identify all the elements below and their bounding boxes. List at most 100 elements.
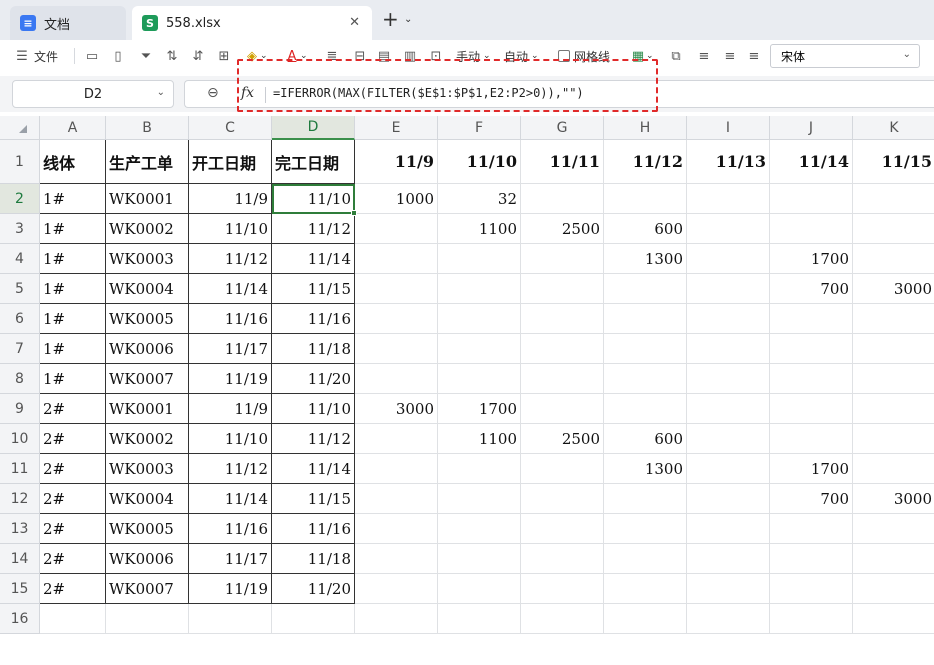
cell-I14[interactable]: [687, 544, 770, 574]
cell-G13[interactable]: [521, 514, 604, 544]
cell-F10[interactable]: 1100: [438, 424, 521, 454]
cell-I8[interactable]: [687, 364, 770, 394]
paste-button[interactable]: ▯: [110, 46, 126, 66]
cell-C7[interactable]: 11/17: [189, 334, 272, 364]
cell-K16[interactable]: [853, 604, 934, 634]
cell-F6[interactable]: [438, 304, 521, 334]
cell-G11[interactable]: [521, 454, 604, 484]
row-header-11[interactable]: 11: [0, 454, 40, 484]
row-header-9[interactable]: 9: [0, 394, 40, 424]
cell-K12[interactable]: 3000: [853, 484, 934, 514]
add-tab-icon[interactable]: +: [382, 9, 399, 29]
cell-E12[interactable]: [355, 484, 438, 514]
cell-H15[interactable]: [604, 574, 687, 604]
cell-D7[interactable]: 11/18: [272, 334, 355, 364]
cell-C5[interactable]: 11/14: [189, 274, 272, 304]
cell-A12[interactable]: 2#: [40, 484, 106, 514]
align-left-button[interactable]: ≡: [696, 46, 712, 66]
column-header-D[interactable]: D: [272, 116, 355, 140]
cell-J4[interactable]: 1700: [770, 244, 853, 274]
cell-H5[interactable]: [604, 274, 687, 304]
row-header-16[interactable]: 16: [0, 604, 40, 634]
cell-H9[interactable]: [604, 394, 687, 424]
cell-K11[interactable]: [853, 454, 934, 484]
cell-B9[interactable]: WK0001: [106, 394, 189, 424]
cell-B16[interactable]: [106, 604, 189, 634]
cell-G7[interactable]: [521, 334, 604, 364]
cell-D6[interactable]: 11/16: [272, 304, 355, 334]
cell-D9[interactable]: 11/10: [272, 394, 355, 424]
cell-B7[interactable]: WK0006: [106, 334, 189, 364]
cell-J12[interactable]: 700: [770, 484, 853, 514]
cell-A3[interactable]: 1#: [40, 214, 106, 244]
cell-A11[interactable]: 2#: [40, 454, 106, 484]
cell-B15[interactable]: WK0007: [106, 574, 189, 604]
cell-E7[interactable]: [355, 334, 438, 364]
file-menu-button[interactable]: ☰ 文件: [14, 46, 58, 66]
name-box[interactable]: D2 ⌄: [12, 80, 174, 108]
cell-C9[interactable]: 11/9: [189, 394, 272, 424]
cell-C15[interactable]: 11/19: [189, 574, 272, 604]
cell-A6[interactable]: 1#: [40, 304, 106, 334]
cell-B13[interactable]: WK0005: [106, 514, 189, 544]
cell-B4[interactable]: WK0003: [106, 244, 189, 274]
cell-G4[interactable]: [521, 244, 604, 274]
cell-G2[interactable]: [521, 184, 604, 214]
cell-C6[interactable]: 11/16: [189, 304, 272, 334]
cell-E8[interactable]: [355, 364, 438, 394]
filter-button[interactable]: ⏷: [138, 46, 154, 66]
cell-K8[interactable]: [853, 364, 934, 394]
column-header-J[interactable]: J: [770, 116, 853, 140]
cell-J6[interactable]: [770, 304, 853, 334]
cell-H2[interactable]: [604, 184, 687, 214]
cell-H10[interactable]: 600: [604, 424, 687, 454]
cell-J3[interactable]: [770, 214, 853, 244]
row-header-7[interactable]: 7: [0, 334, 40, 364]
cell-H8[interactable]: [604, 364, 687, 394]
cell-G1[interactable]: 11/11: [521, 140, 604, 184]
row-header-1[interactable]: 1: [0, 140, 40, 184]
cell-I15[interactable]: [687, 574, 770, 604]
cell-C11[interactable]: 11/12: [189, 454, 272, 484]
cell-J1[interactable]: 11/14: [770, 140, 853, 184]
column-header-C[interactable]: C: [189, 116, 272, 140]
cell-F12[interactable]: [438, 484, 521, 514]
cell-F7[interactable]: [438, 334, 521, 364]
cell-D11[interactable]: 11/14: [272, 454, 355, 484]
cell-E5[interactable]: [355, 274, 438, 304]
cell-E4[interactable]: [355, 244, 438, 274]
cell-G5[interactable]: [521, 274, 604, 304]
cell-F8[interactable]: [438, 364, 521, 394]
cell-E16[interactable]: [355, 604, 438, 634]
cell-A5[interactable]: 1#: [40, 274, 106, 304]
cell-D13[interactable]: 11/16: [272, 514, 355, 544]
cell-E1[interactable]: 11/9: [355, 140, 438, 184]
cell-C14[interactable]: 11/17: [189, 544, 272, 574]
cell-A7[interactable]: 1#: [40, 334, 106, 364]
selected-cell-D2[interactable]: 11/10: [272, 184, 355, 214]
cell-K6[interactable]: [853, 304, 934, 334]
cell-A9[interactable]: 2#: [40, 394, 106, 424]
cell-A15[interactable]: 2#: [40, 574, 106, 604]
row-header-4[interactable]: 4: [0, 244, 40, 274]
cell-A16[interactable]: [40, 604, 106, 634]
cell-F4[interactable]: [438, 244, 521, 274]
column-header-K[interactable]: K: [853, 116, 934, 140]
cell-H12[interactable]: [604, 484, 687, 514]
cell-K9[interactable]: [853, 394, 934, 424]
cell-J5[interactable]: 700: [770, 274, 853, 304]
cell-A8[interactable]: 1#: [40, 364, 106, 394]
cell-D16[interactable]: [272, 604, 355, 634]
cell-H1[interactable]: 11/12: [604, 140, 687, 184]
cell-F15[interactable]: [438, 574, 521, 604]
cell-D10[interactable]: 11/12: [272, 424, 355, 454]
cell-B12[interactable]: WK0004: [106, 484, 189, 514]
cell-B2[interactable]: WK0001: [106, 184, 189, 214]
row-header-3[interactable]: 3: [0, 214, 40, 244]
cell-F13[interactable]: [438, 514, 521, 544]
cell-K2[interactable]: [853, 184, 934, 214]
cell-C4[interactable]: 11/12: [189, 244, 272, 274]
cell-D14[interactable]: 11/18: [272, 544, 355, 574]
cell-J2[interactable]: [770, 184, 853, 214]
row-header-10[interactable]: 10: [0, 424, 40, 454]
